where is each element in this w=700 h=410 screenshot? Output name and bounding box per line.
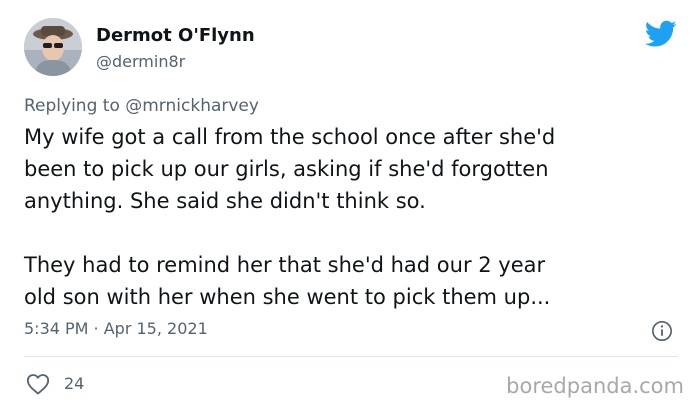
- author-handle[interactable]: @dermin8r: [96, 52, 185, 71]
- twitter-bird-icon[interactable]: [645, 20, 677, 48]
- tweet-text-line: anything. She said she didn't think so.: [24, 189, 426, 213]
- heart-icon[interactable]: [26, 373, 50, 395]
- info-icon[interactable]: [651, 320, 673, 342]
- author-display-name[interactable]: Dermot O'Flynn: [96, 25, 255, 46]
- tweet-text-line: old son with her when she went to pick t…: [24, 285, 551, 309]
- tweet-body: My wife got a call from the school once …: [24, 121, 684, 313]
- avatar[interactable]: [24, 18, 82, 76]
- tweet-timestamp[interactable]: 5:34 PM · Apr 15, 2021: [24, 319, 208, 338]
- tweet-text-line: been to pick up our girls, asking if she…: [24, 157, 549, 181]
- source-watermark: boredpanda.com: [506, 374, 684, 398]
- tweet-card: Dermot O'Flynn @dermin8r Replying to @mr…: [0, 0, 700, 410]
- reply-prefix: Replying to: [24, 96, 126, 116]
- tweet-text-line: They had to remind her that she'd had ou…: [24, 253, 546, 277]
- divider: [24, 356, 678, 357]
- reply-to-handle[interactable]: @mrnickharvey: [125, 96, 259, 116]
- like-count: 24: [64, 374, 85, 393]
- profile-photo-icon: [24, 18, 82, 76]
- reply-context: Replying to @mrnickharvey: [24, 96, 259, 116]
- tweet-text-line: My wife got a call from the school once …: [24, 125, 556, 149]
